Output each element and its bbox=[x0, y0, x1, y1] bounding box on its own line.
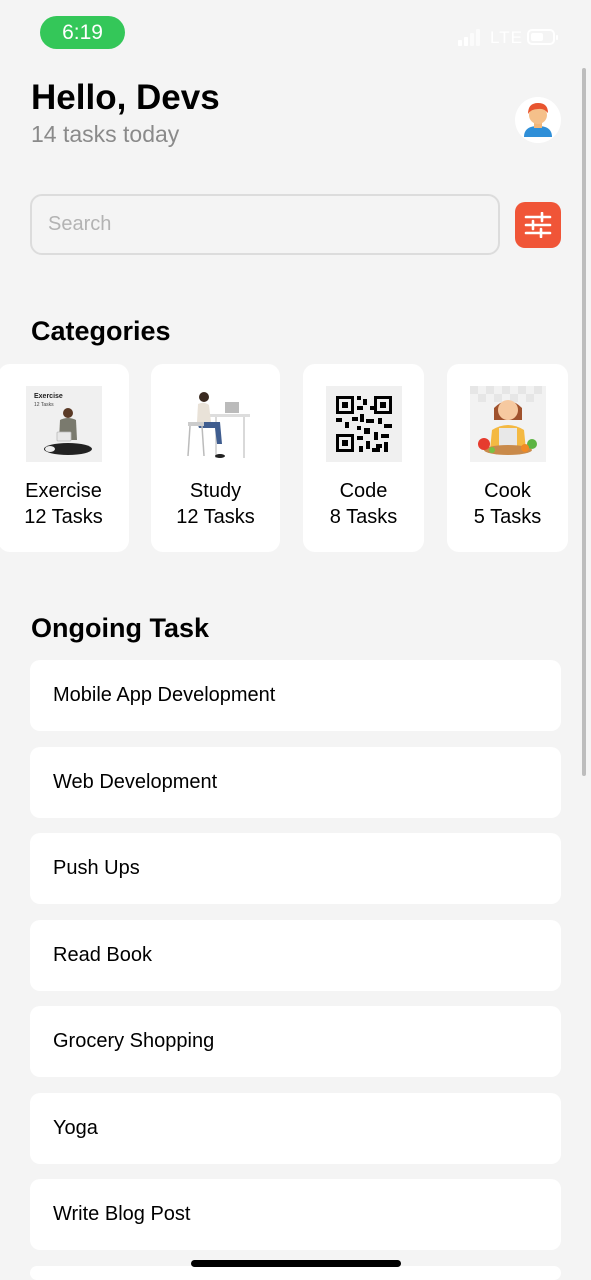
category-count: 5 Tasks bbox=[473, 506, 542, 528]
study-thumbnail bbox=[177, 386, 254, 462]
category-card-exercise[interactable]: Exercise 12 Tasks Exercise 12 Tasks bbox=[0, 364, 129, 552]
category-count: 8 Tasks bbox=[329, 506, 398, 528]
category-name: Code bbox=[339, 480, 388, 502]
status-time[interactable]: 6:19 bbox=[40, 16, 125, 49]
task-item-partial[interactable] bbox=[30, 1266, 561, 1280]
home-indicator[interactable] bbox=[191, 1260, 401, 1267]
cook-thumbnail bbox=[469, 386, 546, 462]
category-name: Cook bbox=[484, 480, 531, 502]
category-card-study[interactable]: Study 12 Tasks bbox=[151, 364, 280, 552]
task-item[interactable]: Write Blog Post bbox=[30, 1179, 561, 1250]
filter-button[interactable] bbox=[515, 202, 561, 248]
tasks-today-subtitle: 14 tasks today bbox=[31, 121, 180, 147]
task-item[interactable]: Read Book bbox=[30, 920, 561, 991]
search-input[interactable] bbox=[30, 194, 500, 255]
task-item[interactable]: Grocery Shopping bbox=[30, 1006, 561, 1077]
user-avatar-icon[interactable] bbox=[515, 97, 561, 143]
task-item[interactable]: Yoga bbox=[30, 1093, 561, 1164]
categories-title: Categories bbox=[31, 316, 171, 346]
battery-icon bbox=[527, 29, 558, 45]
category-card-cook[interactable]: Cook 5 Tasks bbox=[447, 364, 568, 552]
category-name: Exercise bbox=[25, 480, 102, 502]
network-label: LTE bbox=[490, 28, 523, 47]
qr-code-thumbnail bbox=[325, 386, 402, 462]
category-name: Study bbox=[189, 480, 242, 502]
svg-text:Exercise: Exercise bbox=[34, 393, 63, 400]
task-item[interactable]: Web Development bbox=[30, 747, 561, 818]
greeting-title: Hello, Devs bbox=[31, 78, 220, 117]
scrollbar[interactable] bbox=[582, 68, 586, 776]
exercise-thumbnail: Exercise 12 Tasks bbox=[25, 386, 102, 462]
category-card-code[interactable]: Code 8 Tasks bbox=[303, 364, 424, 552]
ongoing-task-title: Ongoing Task bbox=[31, 613, 210, 643]
task-item[interactable]: Push Ups bbox=[30, 833, 561, 904]
category-count: 12 Tasks bbox=[176, 506, 255, 528]
task-item[interactable]: Mobile App Development bbox=[30, 660, 561, 731]
svg-text:12 Tasks: 12 Tasks bbox=[34, 402, 54, 408]
status-bar: 6:19 LTE bbox=[0, 0, 591, 60]
signal-icon bbox=[458, 28, 482, 46]
sliders-icon bbox=[524, 212, 552, 238]
category-count: 12 Tasks bbox=[24, 506, 103, 528]
